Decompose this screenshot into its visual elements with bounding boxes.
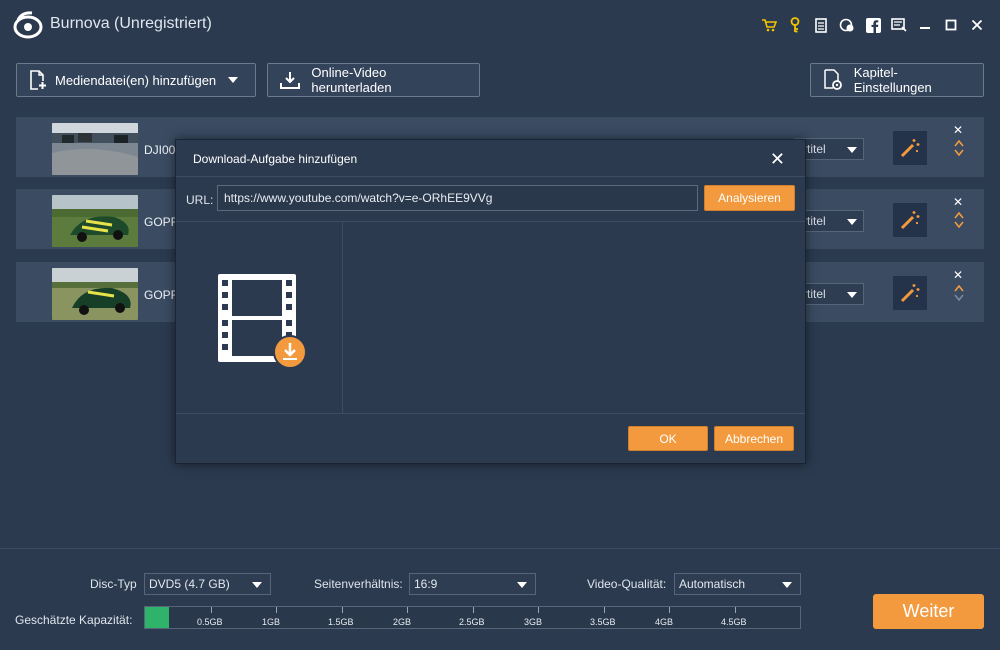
disc-type-label: Disc-Typ: [90, 577, 137, 591]
chevron-down-icon: [252, 582, 262, 588]
add-file-icon: [29, 70, 55, 90]
magic-wand-icon: [900, 284, 920, 303]
chevron-down-icon[interactable]: [228, 77, 239, 83]
chapter-settings-button[interactable]: Kapitel-Einstellungen: [810, 63, 984, 97]
preview-divider: [342, 222, 343, 413]
magic-wand-icon: [900, 139, 920, 158]
facebook-icon[interactable]: [860, 14, 886, 36]
capacity-tick-label: 1GB: [262, 617, 281, 627]
capacity-tick-line: [669, 607, 670, 613]
url-input[interactable]: [217, 185, 698, 211]
chevron-down-icon: [782, 582, 792, 588]
capacity-fill: [145, 607, 169, 628]
capacity-tick-label: 4GB: [655, 617, 674, 627]
disc-type-select[interactable]: DVD5 (4.7 GB): [144, 573, 271, 595]
title-bar: Burnova (Unregistriert): [0, 0, 1000, 50]
key-icon[interactable]: [782, 14, 808, 36]
subtitle-value: rtitel: [803, 214, 826, 228]
aspect-ratio-label: Seitenverhältnis:: [314, 577, 403, 591]
capacity-tick-label: 2.5GB: [459, 617, 485, 627]
app-logo-icon: [13, 11, 43, 39]
cancel-button[interactable]: Abbrechen: [714, 426, 794, 451]
download-task-dialog: Download-Aufgabe hinzufügen ✕ URL: Analy…: [175, 139, 806, 464]
edit-magic-wand-button[interactable]: [893, 203, 927, 237]
capacity-tick-label: 3GB: [524, 617, 543, 627]
video-quality-select[interactable]: Automatisch: [674, 573, 801, 595]
disc-type-value: DVD5 (4.7 GB): [149, 577, 230, 591]
chevron-down-icon: [847, 292, 857, 298]
chevron-down-icon: [847, 147, 857, 153]
url-label: URL:: [186, 193, 214, 207]
maximize-icon[interactable]: [938, 14, 964, 36]
download-online-video-button[interactable]: Online-Video herunterladen: [267, 63, 480, 97]
app-title: Burnova (Unregistriert): [50, 15, 212, 32]
subtitle-value: rtitel: [803, 142, 826, 156]
video-thumbnail[interactable]: [52, 123, 138, 175]
edit-magic-wand-button[interactable]: [893, 131, 927, 165]
capacity-tick-line: [211, 607, 212, 613]
move-up-icon[interactable]: [954, 211, 964, 219]
capacity-tick-label: 2GB: [393, 617, 412, 627]
capacity-tick-line: [473, 607, 474, 613]
media-name: DJI00: [144, 143, 176, 157]
chevron-down-icon: [517, 582, 527, 588]
capacity-tick-label: 0.5GB: [197, 617, 223, 627]
chapter-settings-icon: [823, 69, 854, 91]
video-quality-value: Automatisch: [679, 577, 746, 591]
dialog-header: Download-Aufgabe hinzufügen ✕: [176, 140, 805, 177]
subtitle-value: rtitel: [803, 287, 826, 301]
bottom-settings-panel: Disc-Typ DVD5 (4.7 GB) Seitenverhältnis:…: [0, 548, 1000, 650]
move-up-icon[interactable]: [954, 284, 964, 292]
ok-button[interactable]: OK: [628, 426, 708, 451]
move-down-icon[interactable]: [954, 149, 964, 157]
video-download-icon: [218, 274, 307, 368]
remove-row-icon[interactable]: ✕: [953, 268, 963, 282]
video-thumbnail[interactable]: [52, 268, 138, 320]
aspect-ratio-value: 16:9: [414, 577, 438, 591]
edit-magic-wand-button[interactable]: [893, 276, 927, 310]
dialog-footer-divider: [176, 413, 805, 414]
aspect-ratio-select[interactable]: 16:9: [409, 573, 536, 595]
move-down-icon[interactable]: [954, 294, 964, 302]
move-down-icon[interactable]: [954, 221, 964, 229]
move-up-icon[interactable]: [954, 139, 964, 147]
video-quality-label: Video-Qualität:: [587, 577, 667, 591]
chevron-down-icon: [847, 219, 857, 225]
chapter-settings-label: Kapitel-Einstellungen: [853, 65, 932, 95]
capacity-tick-line: [735, 607, 736, 613]
capacity-tick-line: [538, 607, 539, 613]
add-media-button[interactable]: Mediendatei(en) hinzufügen: [16, 63, 256, 97]
document-icon[interactable]: [808, 14, 834, 36]
capacity-tick-line: [407, 607, 408, 613]
video-thumbnail[interactable]: [52, 195, 138, 247]
download-icon: [280, 71, 311, 89]
cart-icon[interactable]: [756, 14, 782, 36]
capacity-bar: 0.5GB 1GB 1.5GB 2GB 2.5GB 3GB 3.5GB 4GB 4.5GB: [144, 606, 801, 629]
dialog-close-icon[interactable]: ✕: [770, 149, 785, 170]
remove-row-icon[interactable]: ✕: [953, 123, 963, 137]
dialog-title: Download-Aufgabe hinzufügen: [193, 152, 358, 166]
remove-row-icon[interactable]: ✕: [953, 195, 963, 209]
capacity-tick-label: 4.5GB: [721, 617, 747, 627]
add-media-label: Mediendatei(en) hinzufügen: [55, 72, 217, 88]
capacity-tick-line: [276, 607, 277, 613]
magic-wand-icon: [900, 211, 920, 230]
capacity-tick-label: 3.5GB: [590, 617, 616, 627]
analyze-button[interactable]: Analysieren: [704, 185, 795, 211]
close-icon[interactable]: [964, 14, 990, 36]
capacity-tick-label: 1.5GB: [328, 617, 354, 627]
capacity-label: Geschätzte Kapazität:: [15, 613, 133, 627]
download-online-label: Online-Video herunterladen: [311, 65, 392, 95]
chat-icon[interactable]: [834, 14, 860, 36]
next-button[interactable]: Weiter: [873, 594, 984, 629]
dialog-divider: [176, 221, 805, 222]
minimize-icon[interactable]: [912, 14, 938, 36]
feedback-icon[interactable]: [886, 14, 912, 36]
capacity-tick-line: [342, 607, 343, 613]
capacity-tick-line: [604, 607, 605, 613]
